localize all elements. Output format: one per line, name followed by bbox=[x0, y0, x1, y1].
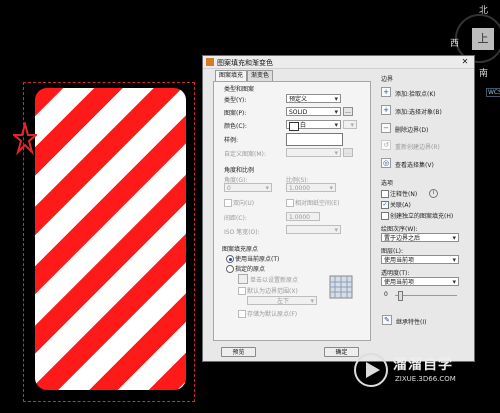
viewcube-top-face[interactable]: 上 bbox=[472, 28, 494, 50]
default-extents-label: 默认为边界范围(X) bbox=[247, 288, 298, 295]
viewcube-west-label[interactable]: 西 bbox=[450, 36, 459, 49]
pattern-label: 图案(P): bbox=[224, 110, 247, 117]
section-type-pattern: 类型和图案 bbox=[224, 86, 255, 93]
separate-hatches-checkbox[interactable] bbox=[381, 212, 389, 220]
custom-pattern-label: 自定义图案(M): bbox=[224, 151, 266, 158]
store-default-origin-label: 存储为默认原点(F) bbox=[247, 311, 298, 318]
info-icon[interactable]: i bbox=[429, 189, 438, 198]
dialog-titlebar[interactable]: 图案填充和渐变色 ✕ bbox=[203, 56, 474, 69]
pattern-browse-button[interactable]: … bbox=[343, 107, 353, 116]
type-label: 类型(Y): bbox=[224, 97, 247, 104]
pattern-sample[interactable] bbox=[286, 133, 343, 146]
color-value: 白 bbox=[300, 122, 307, 129]
background-color-select[interactable] bbox=[343, 120, 357, 130]
watermark: 溜溜自学 ZIXUE.3D66.COM bbox=[353, 350, 483, 395]
star-icon bbox=[13, 122, 37, 156]
transparency-slider-thumb[interactable] bbox=[398, 291, 403, 301]
double-checkbox[interactable] bbox=[224, 199, 232, 207]
inherit-properties-button[interactable]: 继承特性(I) bbox=[396, 317, 426, 326]
section-boundaries: 边界 bbox=[381, 76, 394, 83]
hatch-tab-panel: 类型和图案 类型(Y): 预定义 图案(P): SOLID … 颜色(C): 白… bbox=[213, 81, 371, 341]
app-icon bbox=[206, 58, 214, 66]
transparency-label: 透明度(T): bbox=[381, 270, 410, 277]
iso-pen-width-select[interactable] bbox=[286, 225, 341, 235]
separate-hatches-label: 创建独立的图案填充(H) bbox=[390, 213, 454, 220]
view-selections-button[interactable]: 查看选择集(V) bbox=[395, 160, 434, 169]
section-options: 选项 bbox=[381, 180, 394, 187]
watermark-name: 溜溜自学 bbox=[393, 357, 453, 373]
double-label: 双向(U) bbox=[233, 200, 255, 207]
close-button[interactable]: ✕ bbox=[458, 57, 472, 67]
recreate-boundary-icon[interactable]: ↺ bbox=[381, 140, 391, 150]
select-objects-button[interactable]: 添加:选择对象(B) bbox=[395, 107, 442, 116]
remove-boundaries-button[interactable]: 删除边界(D) bbox=[395, 125, 428, 134]
viewcube-south-label[interactable]: 南 bbox=[479, 66, 488, 79]
watermark-url: ZIXUE.3D66.COM bbox=[395, 375, 456, 383]
preview-button[interactable]: 预览 bbox=[221, 347, 256, 357]
angle-select[interactable]: 0 bbox=[224, 183, 272, 193]
layer-label: 图层(L): bbox=[381, 248, 404, 255]
wcs-menu[interactable]: WCS bbox=[486, 88, 500, 97]
color-label: 颜色(C): bbox=[224, 123, 247, 130]
select-objects-icon[interactable]: + bbox=[381, 105, 391, 115]
hatch-gradient-dialog: 图案填充和渐变色 ✕ 图案填充 渐变色 类型和图案 类型(Y): 预定义 图案(… bbox=[202, 55, 475, 362]
relative-paper-space-checkbox[interactable] bbox=[286, 199, 294, 207]
spacing-label: 间距(C): bbox=[224, 215, 247, 222]
custom-pattern-browse-button[interactable]: … bbox=[343, 148, 353, 157]
section-angle-scale: 角度和比例 bbox=[224, 167, 255, 174]
associative-checkbox[interactable]: ✓ bbox=[381, 201, 389, 209]
pick-points-button[interactable]: 添加:拾取点(K) bbox=[395, 89, 436, 98]
section-origin: 图案填充原点 bbox=[222, 246, 259, 253]
annotative-checkbox[interactable] bbox=[381, 190, 389, 198]
transparency-amount: 0 bbox=[384, 291, 388, 298]
annotative-label: 注释性(N) bbox=[390, 191, 418, 198]
origin-preview-icon bbox=[329, 275, 353, 299]
hatched-rectangle[interactable] bbox=[35, 88, 186, 390]
specified-origin-radio[interactable] bbox=[226, 265, 234, 273]
viewcube-north-label[interactable]: 北 bbox=[479, 3, 488, 16]
pick-points-icon[interactable]: + bbox=[381, 87, 391, 97]
origin-position-select[interactable]: 左下 bbox=[247, 296, 317, 306]
layer-select[interactable]: 使用当前项 bbox=[381, 255, 459, 265]
store-default-origin-checkbox[interactable] bbox=[238, 310, 246, 318]
remove-boundaries-icon[interactable]: − bbox=[381, 123, 391, 133]
color-select[interactable]: 白 bbox=[286, 120, 341, 131]
set-origin-icon[interactable] bbox=[238, 274, 248, 284]
associative-label: 关联(A) bbox=[390, 202, 411, 209]
draw-order-label: 绘图次序(W): bbox=[381, 226, 418, 233]
spacing-input[interactable]: 1.0000 bbox=[286, 212, 320, 221]
color-swatch bbox=[289, 122, 299, 131]
type-select[interactable]: 预定义 bbox=[286, 94, 341, 104]
inherit-properties-icon[interactable]: ✎ bbox=[382, 315, 392, 325]
recreate-boundary-button[interactable]: 重新创建边界(R) bbox=[395, 142, 440, 151]
tab-gradient[interactable]: 渐变色 bbox=[247, 70, 274, 81]
use-current-origin-label: 使用当前原点(T) bbox=[235, 256, 280, 263]
specified-origin-label: 指定的原点 bbox=[235, 266, 266, 273]
pattern-select[interactable]: SOLID bbox=[286, 107, 341, 117]
click-set-origin-label: 单击以设置新原点 bbox=[250, 277, 299, 284]
use-current-origin-radio[interactable] bbox=[226, 255, 234, 263]
sample-label: 样例: bbox=[224, 137, 239, 144]
scale-select[interactable]: 1.0000 bbox=[286, 183, 336, 193]
transparency-slider-track[interactable] bbox=[395, 295, 457, 296]
view-selections-icon[interactable]: ◎ bbox=[381, 158, 391, 168]
draw-order-select[interactable]: 置于边界之后 bbox=[381, 233, 459, 243]
watermark-logo bbox=[354, 353, 388, 387]
iso-pen-width-label: ISO 笔宽(O): bbox=[224, 229, 260, 236]
default-extents-checkbox[interactable] bbox=[238, 287, 246, 295]
dialog-title: 图案填充和渐变色 bbox=[217, 59, 273, 67]
custom-pattern-select[interactable] bbox=[286, 148, 341, 158]
transparency-select[interactable]: 使用当前项 bbox=[381, 277, 459, 287]
relative-paper-space-label: 相对图纸空间(E) bbox=[295, 200, 340, 207]
